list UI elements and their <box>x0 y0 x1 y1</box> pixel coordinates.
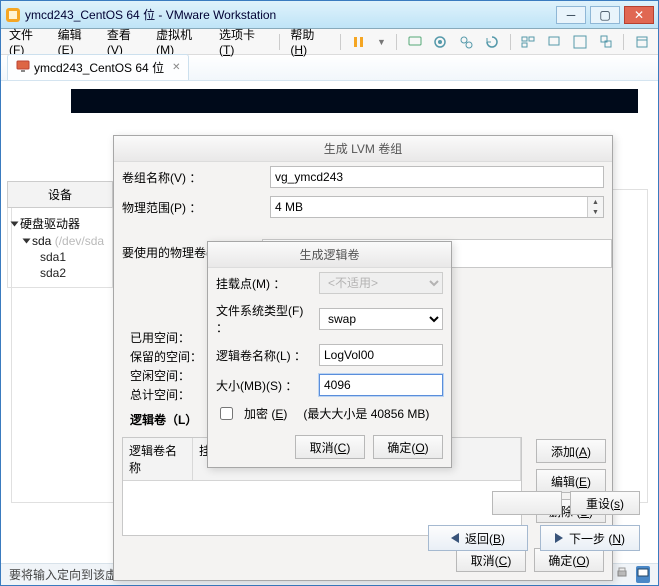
vgname-label: 卷组名称(V) ： <box>122 169 262 186</box>
monitor-icon <box>16 60 30 75</box>
partition-unknown-button[interactable] <box>492 491 562 515</box>
lv-create-dialog: 生成逻辑卷 挂载点(M) ： <不适用> 文件系统类型(F) ： swap 逻辑… <box>207 241 452 468</box>
size-label: 大小(MB)(S) ： <box>216 377 311 394</box>
expand-icon[interactable] <box>23 239 31 244</box>
window-title: ymcd243_CentOS 64 位 - VMware Workstation <box>25 6 552 23</box>
lv-add-button[interactable]: 添加(A) <box>536 439 606 463</box>
extent-label: 物理范围(P) ： <box>122 199 262 216</box>
device-sda[interactable]: sda <box>32 234 51 248</box>
lv-col-name[interactable]: 逻辑卷名称 <box>123 438 193 480</box>
device-sda2[interactable]: sda2 <box>40 265 108 281</box>
extent-up-icon[interactable]: ▲ <box>587 197 603 207</box>
lv-dialog-title: 生成逻辑卷 <box>208 242 451 268</box>
total-space-label: 总计空间： <box>130 385 202 404</box>
minimize-button[interactable]: ─ <box>556 6 586 24</box>
lvname-label: 逻辑卷名称(L) ： <box>216 347 311 364</box>
lvname-input[interactable] <box>319 344 443 366</box>
free-space-label: 空闲空间： <box>130 366 202 385</box>
close-button[interactable]: ✕ <box>624 6 654 24</box>
vgname-input[interactable] <box>270 166 604 188</box>
arrow-right-icon <box>555 533 563 543</box>
device-pane-header: 设备 <box>7 181 113 208</box>
lv-edit-button[interactable]: 编辑(E) <box>536 469 606 493</box>
vm-tab[interactable]: ymcd243_CentOS 64 位 ✕ <box>7 54 189 80</box>
used-space-label: 已用空间： <box>130 328 202 347</box>
thumbnail-view-icon[interactable] <box>521 34 537 50</box>
back-button[interactable]: 返回(B) <box>428 525 528 551</box>
next-button[interactable]: 下一步 (N) <box>540 525 640 551</box>
lv-heading: 逻辑卷（L） <box>130 410 202 429</box>
maxsize-note: (最大大小是 40856 MB) <box>303 405 429 422</box>
console-view-icon[interactable] <box>546 34 562 50</box>
send-ctrl-alt-del-icon[interactable] <box>407 34 423 50</box>
lv-cancel-button[interactable]: 取消(C) <box>295 435 365 459</box>
mount-select: <不适用> <box>319 272 443 294</box>
vm-tab-label: ymcd243_CentOS 64 位 <box>34 59 164 76</box>
lvm-vg-title: 生成 LVM 卷组 <box>114 136 612 162</box>
arrow-left-icon <box>451 533 459 543</box>
library-icon[interactable] <box>634 34 650 50</box>
mount-label: 挂载点(M) ： <box>216 275 311 292</box>
snapshot-icon[interactable] <box>433 34 449 50</box>
size-input[interactable] <box>319 374 443 396</box>
maximize-button[interactable]: ▢ <box>590 6 620 24</box>
status-display-icon[interactable] <box>636 566 650 583</box>
vg-cancel-button[interactable]: 取消(C) <box>456 548 526 572</box>
device-tree[interactable]: 硬盘驱动器 sda (/dev/sda sda1 sda2 <box>7 208 113 288</box>
fstype-label: 文件系统类型(F) ： <box>216 302 311 336</box>
reset-button[interactable]: 重设(s) <box>570 491 640 515</box>
menu-vm[interactable]: 虚拟机(M) <box>156 26 209 57</box>
status-print-icon[interactable] <box>616 567 628 582</box>
unity-icon[interactable] <box>598 34 614 50</box>
fstype-select[interactable]: swap <box>319 308 443 330</box>
extent-input[interactable] <box>270 196 604 218</box>
menu-file[interactable]: 文件(F) <box>9 26 48 57</box>
power-menu-caret-icon[interactable]: ▼ <box>377 37 386 47</box>
full-screen-icon[interactable] <box>572 34 588 50</box>
lv-ok-button[interactable]: 确定(O) <box>373 435 443 459</box>
revert-icon[interactable] <box>484 34 500 50</box>
pause-icon[interactable] <box>351 34 367 50</box>
menu-edit[interactable]: 编辑(E) <box>58 26 97 57</box>
encrypt-checkbox[interactable] <box>220 407 233 420</box>
tab-close-icon[interactable]: ✕ <box>172 62 180 73</box>
device-hdd[interactable]: 硬盘驱动器 <box>20 217 80 231</box>
menu-help[interactable]: 帮助(H) <box>290 26 330 57</box>
device-sda1[interactable]: sda1 <box>40 249 108 265</box>
menu-view[interactable]: 查看(V) <box>107 26 146 57</box>
guest-banner <box>71 89 638 113</box>
snapshot-manager-icon[interactable] <box>458 34 474 50</box>
encrypt-label: 加密 (E) <box>244 405 287 422</box>
expand-icon[interactable] <box>11 222 19 227</box>
vg-ok-button[interactable]: 确定(O) <box>534 548 604 572</box>
vmware-icon <box>5 7 21 23</box>
extent-down-icon[interactable]: ▼ <box>587 207 603 217</box>
reserved-space-label: 保留的空间： <box>130 347 202 366</box>
menu-tabs[interactable]: 选项卡(T) <box>219 26 269 57</box>
device-sda-hint: (/dev/sda <box>55 234 104 248</box>
